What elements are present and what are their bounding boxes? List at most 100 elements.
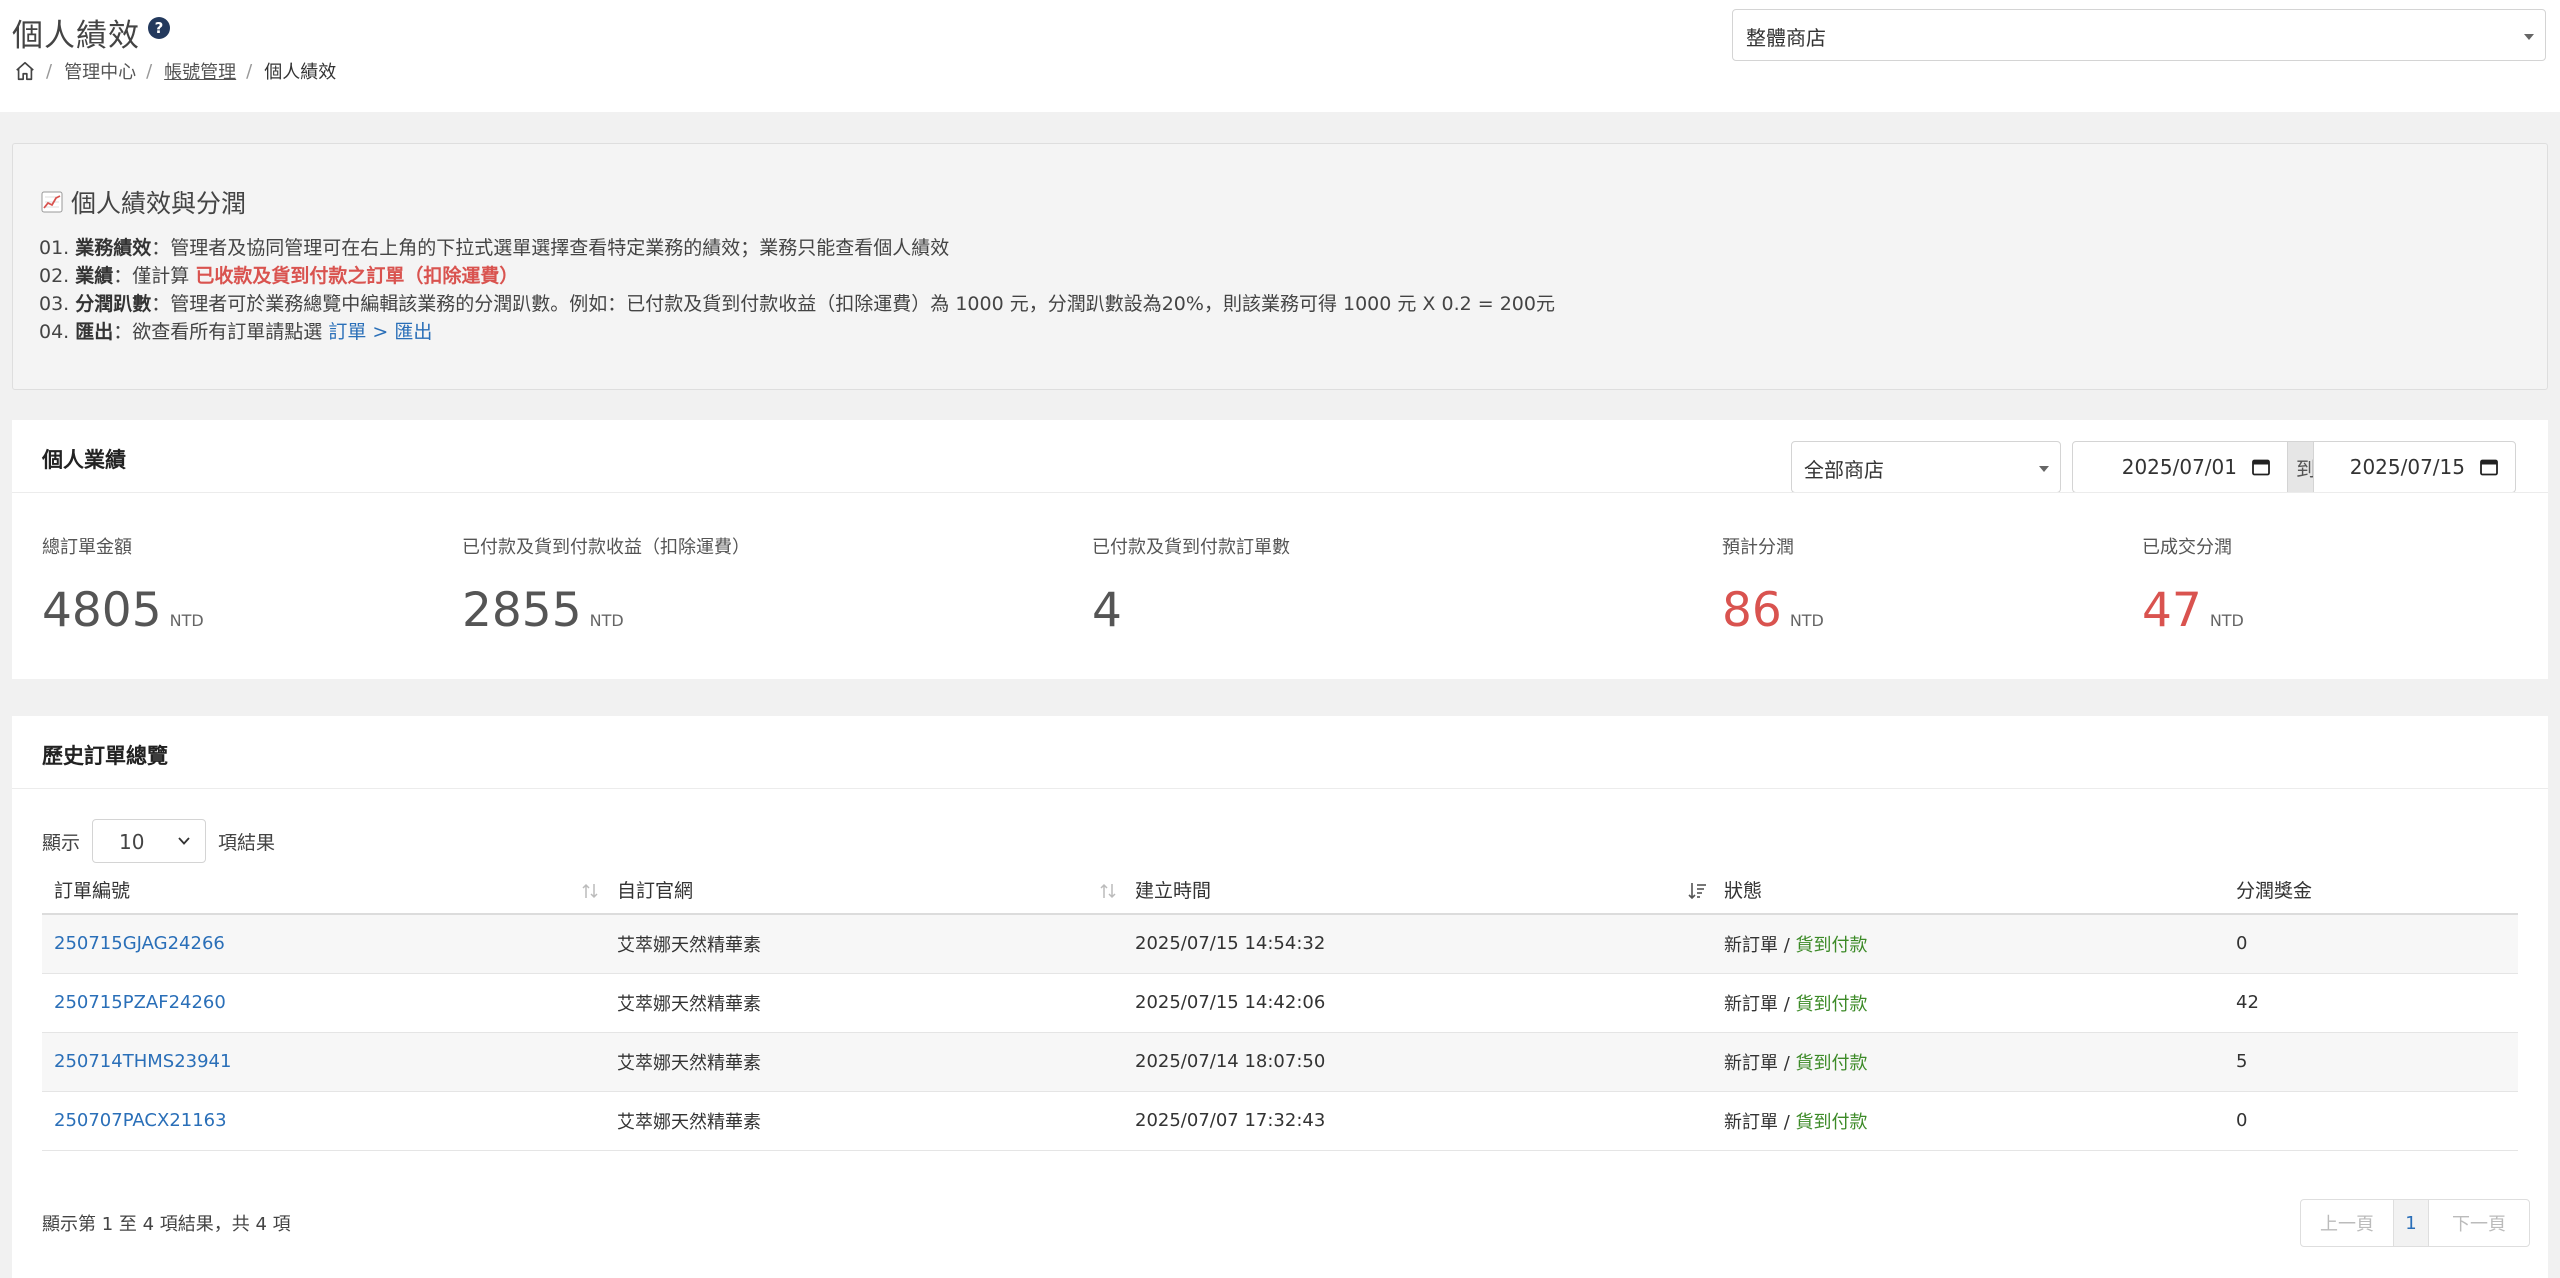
- stat-closed-commission: 已成交分潤 47 NTD: [2142, 533, 2244, 634]
- pagination: 上一頁 1 下一頁: [2300, 1199, 2530, 1247]
- stat-total-order-amount: 總訂單金額 4805 NTD: [42, 533, 204, 634]
- stat-value: 4805: [42, 583, 162, 638]
- table-row: 250707PACX21163 艾萃娜天然精華素 2025/07/07 17:3…: [42, 1091, 2518, 1151]
- page-header: 個人績效 ? / 管理中心 / 帳號管理 / 個人績效 整體商店: [0, 0, 2560, 112]
- info-line-4: 04. 匯出：欲查看所有訂單請點選 訂單 > 匯出: [39, 321, 433, 343]
- order-id-link[interactable]: 250707PACX21163: [54, 1110, 227, 1131]
- table-row: 250715PZAF24260 艾萃娜天然精華素 2025/07/15 14:4…: [42, 973, 2518, 1033]
- time-cell: 2025/07/07 17:32:43: [1123, 1091, 1712, 1151]
- stat-value: 2855: [462, 583, 582, 638]
- sort-icon[interactable]: [1097, 880, 1119, 902]
- orders-table: 訂單編號 自訂官網 建立時間 狀態 分潤獎金 250715GJAG24266 艾…: [42, 866, 2518, 1151]
- stat-paid-order-count: 已付款及貨到付款訂單數 4: [1092, 533, 1290, 634]
- status-cell: 新訂單 / 貨到付款: [1712, 1032, 2224, 1092]
- bonus-cell: 42: [2224, 973, 2518, 1033]
- info-line-3: 03. 分潤趴數：管理者可於業務總覽中編輯該業務的分潤趴數。例如：已付款及貨到付…: [39, 293, 1555, 315]
- column-header-order-id[interactable]: 訂單編號: [42, 866, 605, 915]
- payment-status: 貨到付款: [1795, 1052, 1868, 1074]
- stat-value: 47: [2142, 583, 2202, 638]
- chevron-down-icon: [178, 837, 190, 845]
- info-title-text: 個人績效與分潤: [71, 189, 247, 218]
- order-id-link[interactable]: 250715PZAF24260: [54, 992, 226, 1013]
- stat-label: 已付款及貨到付款收益（扣除運費）: [462, 537, 750, 558]
- column-header-status[interactable]: 狀態: [1712, 866, 2224, 915]
- date-to-input[interactable]: 2025/07/15: [2313, 441, 2516, 493]
- store-filter-select[interactable]: 全部商店: [1791, 441, 2061, 493]
- caret-down-icon: [2039, 466, 2049, 472]
- prev-page-button[interactable]: 上一頁: [2301, 1200, 2393, 1246]
- stat-label: 預計分潤: [1722, 537, 1794, 558]
- column-header-created-time[interactable]: 建立時間: [1123, 866, 1712, 915]
- time-cell: 2025/07/15 14:42:06: [1123, 973, 1712, 1033]
- caret-down-icon: [2524, 34, 2534, 40]
- store-select-value: 整體商店: [1746, 26, 1826, 50]
- time-cell: 2025/07/14 18:07:50: [1123, 1032, 1712, 1092]
- bonus-cell: 0: [2224, 1091, 2518, 1151]
- table-row: 250714THMS23941 艾萃娜天然精華素 2025/07/14 18:0…: [42, 1032, 2518, 1092]
- status-cell: 新訂單 / 貨到付款: [1712, 973, 2224, 1033]
- stat-expected-commission: 預計分潤 86 NTD: [1722, 533, 1824, 634]
- stat-paid-revenue: 已付款及貨到付款收益（扣除運費） 2855 NTD: [462, 533, 750, 634]
- chart-icon: [41, 191, 63, 213]
- info-lines: 01. 業務績效：管理者及協同管理可在右上角的下拉式選單選擇查看特定業務的績效；…: [39, 234, 1555, 346]
- show-label: 顯示: [42, 831, 81, 854]
- stat-value: 86: [1722, 583, 1782, 638]
- payment-status: 貨到付款: [1795, 934, 1868, 956]
- time-cell: 2025/07/15 14:54:32: [1123, 914, 1712, 974]
- date-to-value: 2025/07/15: [2349, 455, 2465, 479]
- page-length-select[interactable]: 10: [92, 819, 207, 863]
- sort-descending-icon[interactable]: [1686, 880, 1708, 902]
- table-info: 顯示第 1 至 4 項結果，共 4 項: [42, 1214, 291, 1235]
- bonus-cell: 0: [2224, 914, 2518, 974]
- info-line-2: 02. 業績：僅計算 已收款及貨到付款之訂單（扣除運費）: [39, 265, 519, 287]
- date-from-input[interactable]: 2025/07/01: [2072, 441, 2288, 493]
- store-select[interactable]: 整體商店: [1732, 9, 2546, 61]
- info-line-1: 01. 業務績效：管理者及協同管理可在右上角的下拉式選單選擇查看特定業務的績效；…: [39, 237, 950, 259]
- stat-label: 已付款及貨到付款訂單數: [1092, 537, 1290, 558]
- breadcrumb-admin-center[interactable]: 管理中心: [64, 58, 136, 84]
- bonus-cell: 5: [2224, 1032, 2518, 1092]
- store-filter-value: 全部商店: [1804, 458, 1884, 482]
- column-header-site[interactable]: 自訂官網: [605, 866, 1123, 915]
- stat-unit: NTD: [2209, 611, 2244, 630]
- page-title: 個人績效: [12, 18, 140, 54]
- site-cell: 艾萃娜天然精華素: [605, 1091, 1123, 1151]
- order-id-link[interactable]: 250714THMS23941: [54, 1051, 231, 1072]
- info-panel: 個人績效與分潤 01. 業務績效：管理者及協同管理可在右上角的下拉式選單選擇查看…: [12, 143, 2548, 390]
- status-cell: 新訂單 / 貨到付款: [1712, 914, 2224, 974]
- sort-icon[interactable]: [579, 880, 601, 902]
- site-cell: 艾萃娜天然精華素: [605, 973, 1123, 1033]
- stat-unit: NTD: [589, 611, 624, 630]
- performance-title: 個人業績: [42, 448, 126, 472]
- help-icon[interactable]: ?: [148, 17, 170, 39]
- highlight-text: 已收款及貨到付款之訂單（扣除運費）: [195, 265, 519, 287]
- table-row: 250715GJAG24266 艾萃娜天然精華素 2025/07/15 14:5…: [42, 914, 2518, 974]
- home-icon[interactable]: [14, 60, 36, 82]
- performance-card: 個人業績 全部商店 2025/07/01 到 2025/07/15 總訂單金額 …: [12, 420, 2548, 679]
- next-page-button[interactable]: 下一頁: [2429, 1200, 2529, 1246]
- calendar-icon[interactable]: [2251, 457, 2271, 477]
- stat-label: 總訂單金額: [42, 537, 132, 558]
- payment-status: 貨到付款: [1795, 993, 1868, 1015]
- page-length-value: 10: [119, 830, 145, 854]
- status-cell: 新訂單 / 貨到付款: [1712, 1091, 2224, 1151]
- info-title: 個人績效與分潤: [41, 184, 246, 220]
- export-link[interactable]: 訂單 > 匯出: [328, 321, 432, 343]
- stat-label: 已成交分潤: [2142, 537, 2232, 558]
- results-label: 項結果: [218, 831, 276, 854]
- stat-unit: NTD: [1789, 611, 1824, 630]
- calendar-icon[interactable]: [2479, 457, 2499, 477]
- stat-unit: NTD: [169, 611, 204, 630]
- site-cell: 艾萃娜天然精華素: [605, 914, 1123, 974]
- column-header-bonus[interactable]: 分潤獎金: [2224, 866, 2518, 915]
- stat-value: 4: [1092, 583, 1122, 638]
- site-cell: 艾萃娜天然精華素: [605, 1032, 1123, 1092]
- page-length-control: 顯示 10 項結果: [42, 819, 275, 863]
- page-1-button[interactable]: 1: [2393, 1200, 2429, 1246]
- breadcrumb-account-management[interactable]: 帳號管理: [164, 58, 236, 84]
- history-card: 歷史訂單總覽 顯示 10 項結果 訂單編號 自訂官網 建立時間 狀態 分潤獎金 …: [12, 716, 2548, 1278]
- payment-status: 貨到付款: [1795, 1111, 1868, 1133]
- breadcrumb-current: 個人績效: [264, 62, 337, 83]
- order-id-link[interactable]: 250715GJAG24266: [54, 933, 225, 954]
- breadcrumb: / 管理中心 / 帳號管理 / 個人績效: [14, 58, 336, 84]
